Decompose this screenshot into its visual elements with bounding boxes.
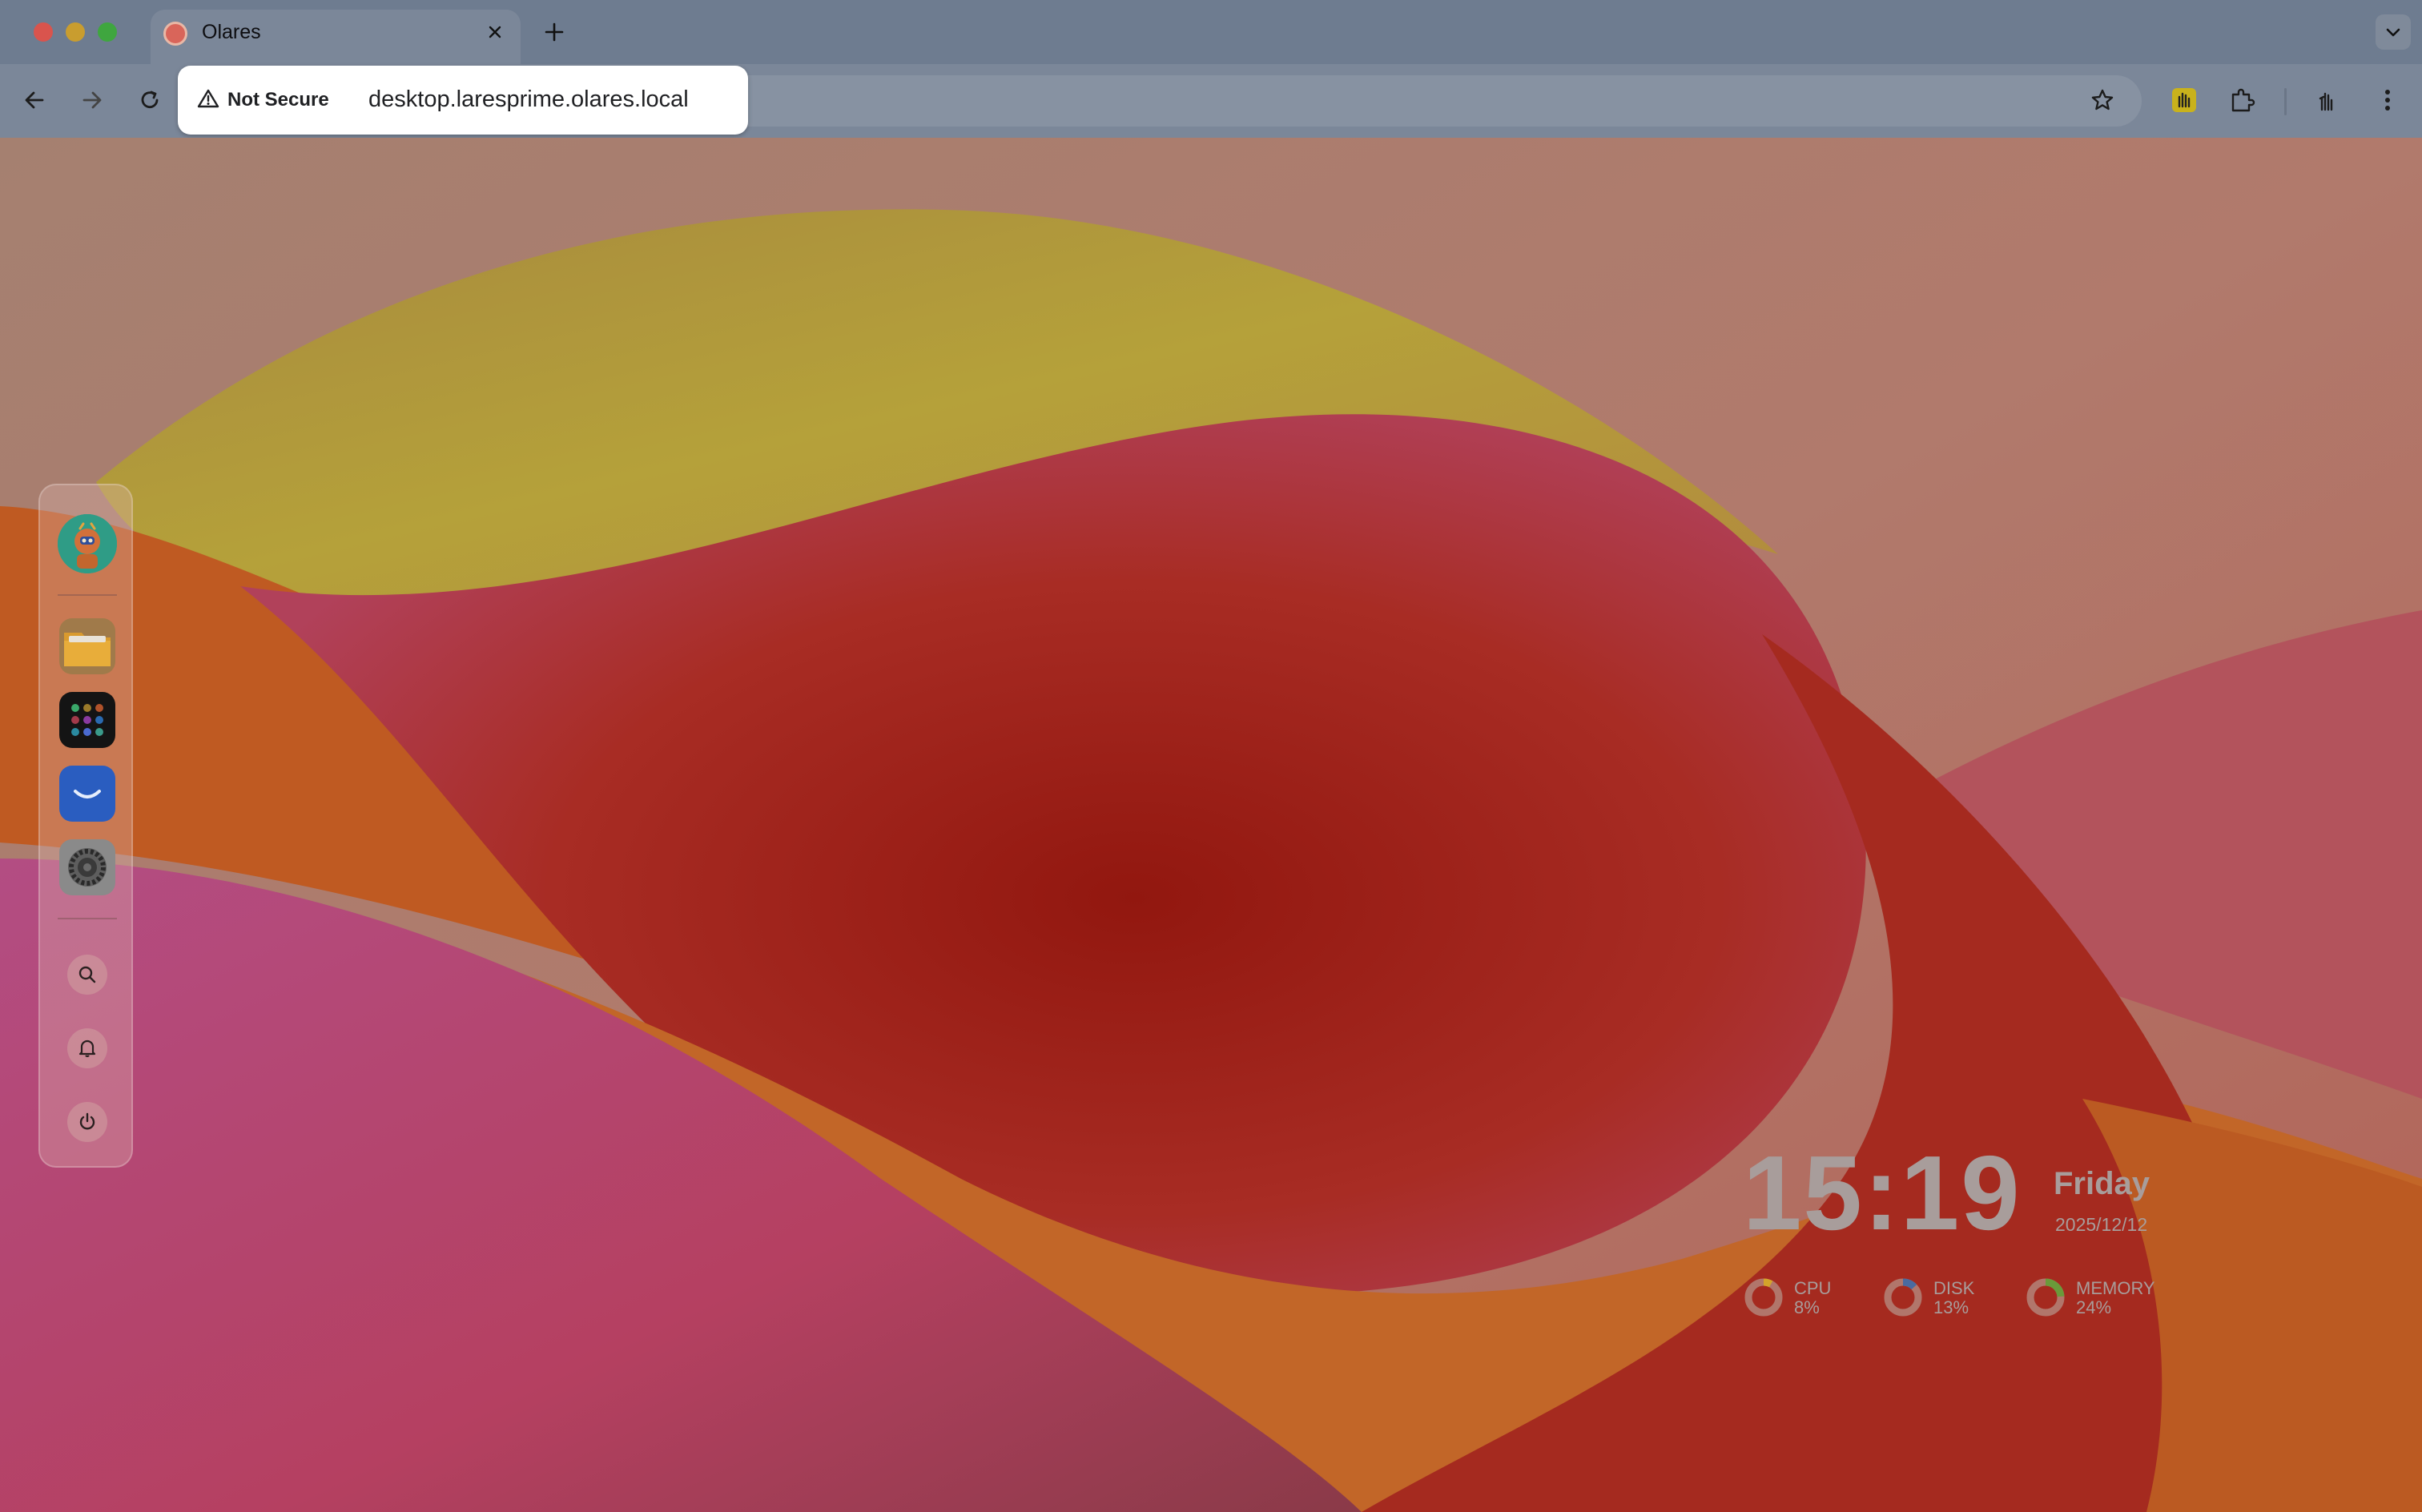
url-text[interactable]: desktop.laresprime.olares.local xyxy=(368,86,689,113)
profile-gesture-icon[interactable] xyxy=(2308,82,2345,119)
disk-ring-icon xyxy=(1884,1278,1922,1317)
forward-arrow-icon[interactable] xyxy=(74,82,111,119)
market-shopping-bag-icon[interactable] xyxy=(59,766,115,822)
address-bar[interactable]: Not Secure desktop.laresprime.olares.loc… xyxy=(178,66,748,135)
disk-label: DISK xyxy=(1933,1278,1975,1298)
bell-icon[interactable] xyxy=(67,1028,107,1068)
toolbar-divider xyxy=(2284,88,2287,115)
close-window-button[interactable] xyxy=(34,22,53,42)
cpu-ring-icon xyxy=(1744,1278,1783,1317)
clock-day: Friday xyxy=(2054,1166,2150,1201)
back-arrow-icon[interactable] xyxy=(16,82,53,119)
tab-search-chevron-icon[interactable] xyxy=(2376,14,2411,50)
bookmark-star-icon[interactable] xyxy=(2084,82,2121,119)
security-label: Not Secure xyxy=(227,89,329,111)
security-chip[interactable]: Not Secure xyxy=(197,83,329,117)
disk-value: 13% xyxy=(1933,1297,1969,1317)
browser-tabstrip: Olares xyxy=(0,0,2422,64)
olares-favicon-icon xyxy=(163,22,187,46)
browser-tab-active[interactable]: Olares xyxy=(151,10,521,64)
dock-divider xyxy=(58,594,117,596)
search-icon[interactable] xyxy=(67,955,107,995)
clock-time: 15:19 xyxy=(1743,1134,2022,1252)
olares-desktop: 15:19 Friday 2025/12/12 CPU 8% DISK 13% … xyxy=(0,138,2422,1512)
files-app-icon[interactable] xyxy=(59,618,115,674)
browser-toolbar: Not Secure desktop.laresprime.olares.loc… xyxy=(0,64,2422,139)
dock xyxy=(38,484,133,1168)
minimize-window-button[interactable] xyxy=(66,22,85,42)
power-icon[interactable] xyxy=(67,1102,107,1142)
tab-close-icon[interactable] xyxy=(481,18,509,46)
launchpad-app-grid-icon[interactable] xyxy=(59,692,115,748)
warning-triangle-icon xyxy=(197,88,219,113)
reload-icon[interactable] xyxy=(131,82,168,119)
memory-label: MEMORY xyxy=(2076,1278,2155,1298)
dock-divider xyxy=(58,918,117,919)
memory-value: 24% xyxy=(2076,1297,2112,1317)
kebab-menu-icon[interactable] xyxy=(2369,82,2406,119)
settings-gear-icon[interactable] xyxy=(59,839,115,895)
cpu-label: CPU xyxy=(1794,1278,1832,1298)
cpu-value: 8% xyxy=(1794,1297,1820,1317)
user-avatar[interactable] xyxy=(58,514,117,573)
puzzle-extensions-icon[interactable] xyxy=(2223,82,2260,119)
clock-date: 2025/12/12 xyxy=(2055,1214,2148,1235)
zoom-window-button[interactable] xyxy=(98,22,117,42)
memory-ring-icon xyxy=(2026,1278,2065,1317)
tab-title: Olares xyxy=(202,21,261,43)
clock-widget: 15:19 Friday 2025/12/12 xyxy=(1743,1134,2175,1299)
new-tab-icon[interactable] xyxy=(538,16,570,48)
extension-gesture-icon[interactable] xyxy=(2166,82,2203,119)
